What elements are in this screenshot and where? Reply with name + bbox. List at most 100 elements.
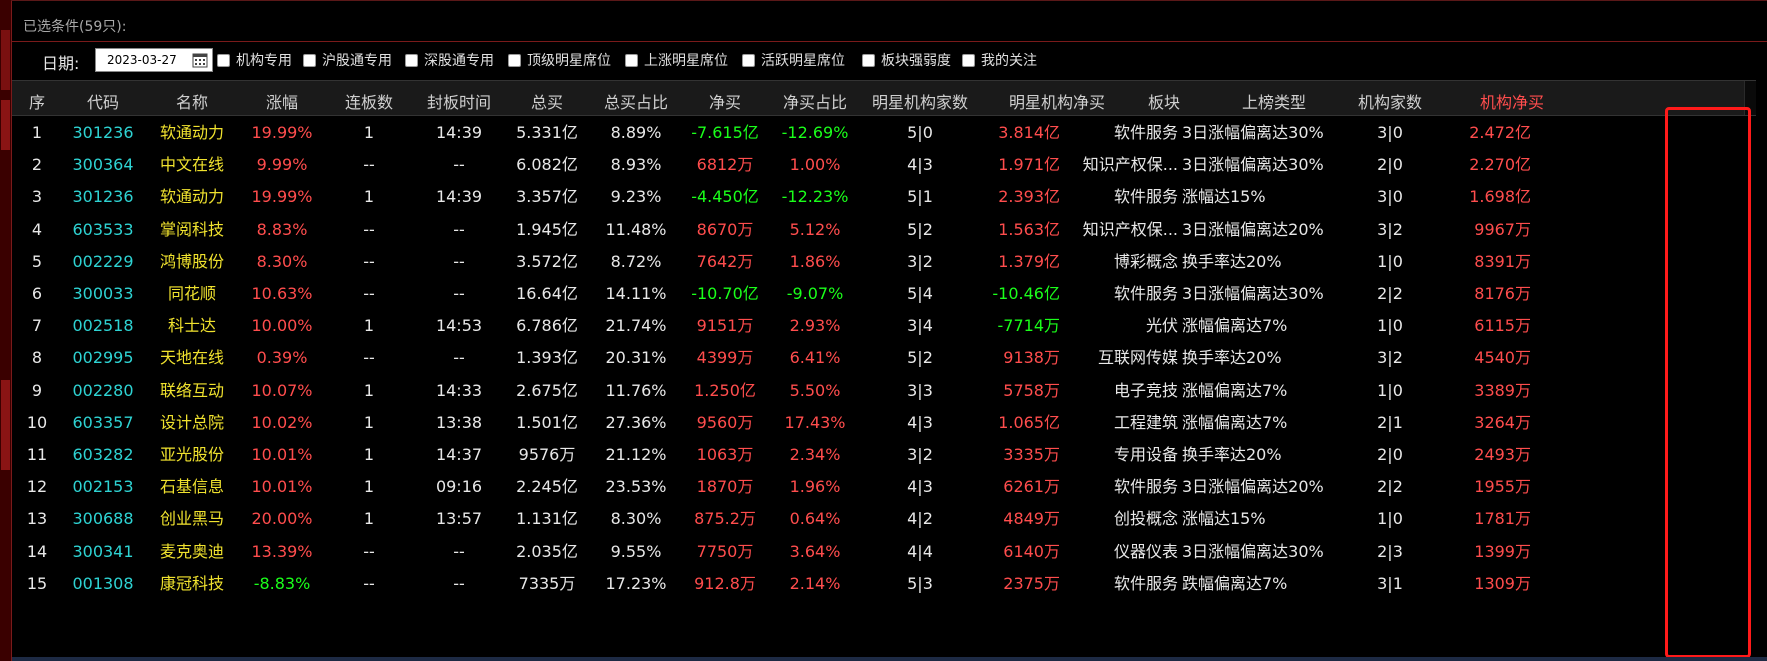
- cell-star-inst-count: 4|2: [907, 509, 933, 529]
- checkbox-box[interactable]: [405, 53, 418, 67]
- cell-index: 10: [26, 412, 48, 432]
- column-header-total-buy[interactable]: 总买: [531, 89, 563, 113]
- cell-code: 300688: [72, 509, 134, 529]
- cell-inst-count: 2|2: [1377, 477, 1403, 497]
- checkbox-label: 活跃明星席位: [761, 53, 845, 69]
- cell-inst-net: 8176万: [1474, 284, 1531, 303]
- column-header-sector[interactable]: 板块: [1148, 89, 1180, 113]
- filter-checkbox-active-star[interactable]: 活跃明星席位: [742, 51, 845, 69]
- table-row[interactable]: 9 002280 联络互动 10.07% 1 14:33 2.675亿 11.76% 1.250…: [12, 373, 1756, 409]
- cell-inst-net: 2.270亿: [1469, 155, 1531, 175]
- cell-inst-net: 1781万: [1474, 509, 1531, 529]
- filter-checkbox-hgt[interactable]: 沪股通专用: [303, 51, 392, 69]
- column-header-seal-time[interactable]: 封板时间: [427, 89, 491, 113]
- cell-seal-time: --: [453, 284, 465, 303]
- filter-checkbox-top-star[interactable]: 顶级明星席位: [508, 51, 611, 69]
- table-row[interactable]: 14 300341 麦克奥迪 13.39% -- -- 2.035亿 9.55% 7750万 3.…: [12, 534, 1756, 570]
- table-row[interactable]: 12 002153 石基信息 10.01% 1 09:16 2.245亿 23.53% 1870…: [12, 469, 1756, 505]
- cell-change: 20.00%: [251, 509, 313, 529]
- cell-net-buy: 6812万: [696, 155, 754, 175]
- cell-total-buy-ratio: 8.93%: [610, 155, 662, 175]
- date-picker-field[interactable]: 2023-03-27: [95, 48, 213, 72]
- checkbox-box[interactable]: [862, 53, 875, 67]
- column-header-star-inst-net[interactable]: 明星机构净买: [1009, 89, 1105, 113]
- cell-star-inst-net: 1.563亿: [998, 219, 1060, 239]
- checkbox-label: 沪股通专用: [322, 53, 392, 69]
- cell-sector: 软件服务: [1113, 123, 1178, 142]
- column-header-limit-days[interactable]: 连板数: [345, 89, 393, 113]
- cell-index: 11: [26, 445, 48, 464]
- cell-inst-net: 6115万: [1474, 316, 1531, 336]
- cell-change: 19.99%: [251, 123, 313, 142]
- column-header-list-type[interactable]: 上榜类型: [1242, 89, 1306, 113]
- side-tab[interactable]: [1, 100, 10, 150]
- table-row[interactable]: 4 603533 掌阅科技 8.83% -- -- 1.945亿 11.48% 8670万 5.1…: [12, 212, 1756, 248]
- cell-sector: 软件服务: [1113, 284, 1178, 303]
- cell-total-buy-ratio: 11.48%: [605, 219, 667, 239]
- table-row[interactable]: 8 002995 天地在线 0.39% -- -- 1.393亿 20.31% 4399万 6.4…: [12, 340, 1756, 376]
- table-row[interactable]: 10 603357 设计总院 10.02% 1 13:38 1.501亿 27.36% 9560…: [12, 405, 1756, 441]
- column-header-net-buy[interactable]: 净买: [709, 89, 741, 113]
- table-row[interactable]: 11 603282 亚光股份 10.01% 1 14:37 9576万 21.12% 1063万…: [12, 437, 1756, 473]
- cell-list-type: 换手率达20%: [1182, 251, 1282, 271]
- cell-net-buy-ratio: 1.86%: [789, 251, 841, 271]
- column-header-net-buy-ratio[interactable]: 净买占比: [783, 89, 847, 113]
- filter-checkbox-sgt[interactable]: 深股通专用: [405, 51, 494, 69]
- checkbox-box[interactable]: [742, 53, 755, 67]
- cell-change: 10.02%: [251, 412, 313, 432]
- table-row[interactable]: 7 002518 科士达 10.00% 1 14:53 6.786亿 21.74% 9151万 2…: [12, 308, 1756, 344]
- cell-name: 中文在线: [159, 155, 225, 175]
- checkbox-box[interactable]: [508, 53, 521, 67]
- cell-net-buy: -10.70亿: [691, 284, 759, 303]
- column-header-inst-net[interactable]: 机构净买: [1480, 89, 1544, 113]
- filter-checkbox-sector-strength[interactable]: 板块强弱度: [862, 51, 951, 69]
- column-header-total-buy-ratio[interactable]: 总买占比: [604, 89, 668, 113]
- cell-list-type: 3日涨幅偏离达30%: [1182, 155, 1324, 175]
- filter-checkbox-rise-star[interactable]: 上涨明星席位: [625, 51, 728, 69]
- table-row[interactable]: 15 001308 康冠科技 -8.83% -- -- 7335万 17.23% 912.8万 2…: [12, 566, 1756, 602]
- cell-star-inst-count: 3|3: [907, 380, 933, 400]
- column-header-index[interactable]: 序: [29, 89, 45, 113]
- checkbox-box[interactable]: [962, 53, 975, 67]
- cell-net-buy-ratio: -12.23%: [781, 187, 849, 207]
- cell-code: 002153: [72, 477, 134, 497]
- checkbox-box[interactable]: [303, 53, 316, 67]
- cell-index: 8: [31, 348, 43, 368]
- table-row[interactable]: 13 300688 创业黑马 20.00% 1 13:57 1.131亿 8.30% 875.2…: [12, 501, 1756, 537]
- cell-net-buy-ratio: 6.41%: [789, 348, 841, 368]
- table-row[interactable]: 6 300033 同花顺 10.63% -- -- 16.64亿 14.11% -10.70亿 -…: [12, 276, 1756, 312]
- cell-name: 天地在线: [159, 348, 225, 368]
- column-header-code[interactable]: 代码: [87, 89, 119, 113]
- column-header-star-inst-count[interactable]: 明星机构家数: [872, 89, 968, 113]
- checkbox-box[interactable]: [625, 53, 638, 67]
- cell-sector: 博彩概念: [1113, 251, 1178, 271]
- cell-code: 002518: [72, 316, 134, 336]
- cell-limit-days: 1: [363, 316, 375, 336]
- side-tab[interactable]: [1, 30, 10, 90]
- cell-seal-time: 13:38: [435, 412, 483, 432]
- table-row[interactable]: 3 301236 软通动力 19.99% 1 14:39 3.357亿 9.23% -4.450…: [12, 179, 1756, 215]
- cell-seal-time: --: [453, 573, 465, 593]
- cell-inst-count: 3|1: [1377, 573, 1403, 593]
- cell-code: 603357: [72, 412, 134, 432]
- cell-star-inst-net: 2.393亿: [998, 187, 1060, 207]
- column-header-name[interactable]: 名称: [176, 89, 208, 113]
- table-row[interactable]: 2 300364 中文在线 9.99% -- -- 6.082亿 8.93% 6812万 1.00…: [12, 147, 1756, 183]
- checkbox-label: 机构专用: [236, 53, 292, 69]
- side-tab[interactable]: [1, 380, 10, 470]
- cell-inst-count: 3|0: [1377, 123, 1403, 142]
- calendar-icon[interactable]: [192, 52, 208, 68]
- column-header-inst-count[interactable]: 机构家数: [1358, 89, 1422, 113]
- filter-checkbox-watchlist[interactable]: 我的关注: [962, 51, 1037, 69]
- cell-index: 14: [26, 541, 48, 561]
- column-header-change[interactable]: 涨幅: [266, 89, 298, 113]
- cell-seal-time: --: [453, 348, 465, 368]
- filter-checkbox-jigou[interactable]: 机构专用: [217, 51, 292, 69]
- cell-code: 002229: [72, 251, 134, 271]
- checkbox-box[interactable]: [217, 53, 230, 67]
- cell-change: 8.30%: [256, 251, 308, 271]
- cell-total-buy: 9576万: [518, 445, 576, 464]
- table-row[interactable]: 5 002229 鸿博股份 8.30% -- -- 3.572亿 8.72% 7642万 1.86…: [12, 244, 1756, 280]
- side-panel-strip[interactable]: [0, 0, 12, 661]
- table-row[interactable]: 1 301236 软通动力 19.99% 1 14:39 5.331亿 8.89% -7.615…: [12, 115, 1756, 151]
